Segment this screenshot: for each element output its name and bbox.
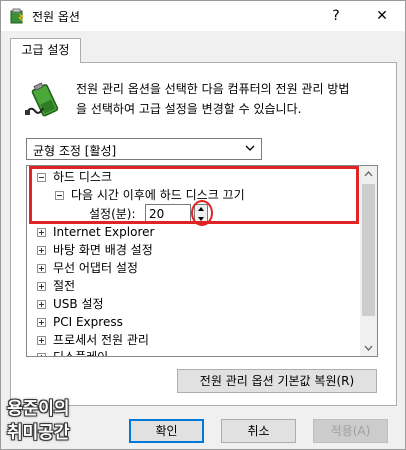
- description-line-2: 을 선택하여 고급 설정을 변경할 수 있습니다.: [76, 102, 302, 116]
- power-options-dialog: 전원 옵션 ? ✕ 고급 설정 전원 관리 옵션을 선택한 다음 컴퓨터의 전원…: [0, 0, 406, 450]
- scrollbar-thumb[interactable]: [362, 184, 375, 316]
- tree-item-label: 바탕 화면 배경 설정: [53, 243, 153, 257]
- expand-icon[interactable]: [37, 282, 46, 291]
- scroll-down-icon[interactable]: [360, 339, 377, 356]
- expand-icon[interactable]: [37, 318, 46, 327]
- help-button[interactable]: ?: [313, 1, 359, 31]
- window-title: 전원 옵션: [32, 10, 80, 24]
- minutes-input[interactable]: 20: [145, 204, 191, 224]
- battery-icon: [25, 82, 59, 117]
- arrow-down-icon: [198, 217, 204, 221]
- description-line-1: 전원 관리 옵션을 선택한 다음 컴퓨터의 전원 관리 방법: [76, 82, 350, 96]
- close-button[interactable]: ✕: [359, 1, 405, 31]
- restore-defaults-button[interactable]: 전원 관리 옵션 기본값 복원(R): [177, 369, 377, 393]
- apply-button[interactable]: 적용(A): [313, 419, 388, 443]
- tree-item-label: 절전: [53, 279, 76, 293]
- arrow-up-icon: [198, 207, 204, 211]
- collapse-icon[interactable]: [55, 191, 64, 200]
- expand-icon[interactable]: [37, 353, 46, 356]
- expand-icon[interactable]: [37, 228, 46, 237]
- expand-icon[interactable]: [37, 246, 46, 255]
- expand-icon[interactable]: [37, 264, 46, 273]
- power-plan-value: 균형 조정 [활성]: [33, 144, 117, 158]
- tree-item-label: 무선 어댑터 설정: [53, 261, 138, 275]
- chevron-down-icon: [245, 145, 255, 151]
- expand-icon[interactable]: [37, 300, 46, 309]
- tree-item-label: PCI Express: [53, 315, 123, 329]
- tree-item-label: 디스플레이: [53, 350, 109, 357]
- description-text: 전원 관리 옵션을 선택한 다음 컴퓨터의 전원 관리 방법 을 선택하여 고급…: [76, 79, 381, 119]
- settings-tree: 하드 디스크 다음 시간 이후에 하드 디스크 끄기 설정(분): 20 Int…: [26, 165, 378, 357]
- watermark-line-2: 취미공간: [7, 423, 70, 443]
- title-bar: 전원 옵션 ? ✕: [1, 1, 405, 31]
- scroll-up-icon[interactable]: [360, 166, 377, 183]
- tree-item-label: 하드 디스크: [53, 170, 113, 184]
- spin-up-button[interactable]: [195, 205, 207, 214]
- watermark-line-1: 용준이의: [7, 399, 70, 419]
- tab-advanced-settings[interactable]: 고급 설정: [10, 38, 81, 63]
- tree-item-label: 프로세서 전원 관리: [53, 333, 149, 347]
- cancel-button[interactable]: 취소: [221, 419, 296, 443]
- expand-icon[interactable]: [37, 336, 46, 345]
- vertical-scrollbar[interactable]: [360, 166, 377, 356]
- watermark: 용준이의 취미공간: [7, 397, 97, 445]
- collapse-icon[interactable]: [37, 173, 46, 182]
- tree-item-label: Internet Explorer: [53, 225, 155, 239]
- setting-minutes-label: 설정(분):: [89, 207, 136, 221]
- power-plan-select[interactable]: 균형 조정 [활성]: [26, 138, 262, 160]
- spin-down-button[interactable]: [195, 214, 207, 223]
- power-options-icon: [10, 8, 24, 24]
- tree-item-label: 다음 시간 이후에 하드 디스크 끄기: [71, 188, 245, 202]
- tree-item-label: USB 설정: [53, 297, 104, 311]
- minutes-spinner[interactable]: [194, 204, 208, 224]
- ok-button[interactable]: 확인: [129, 419, 204, 443]
